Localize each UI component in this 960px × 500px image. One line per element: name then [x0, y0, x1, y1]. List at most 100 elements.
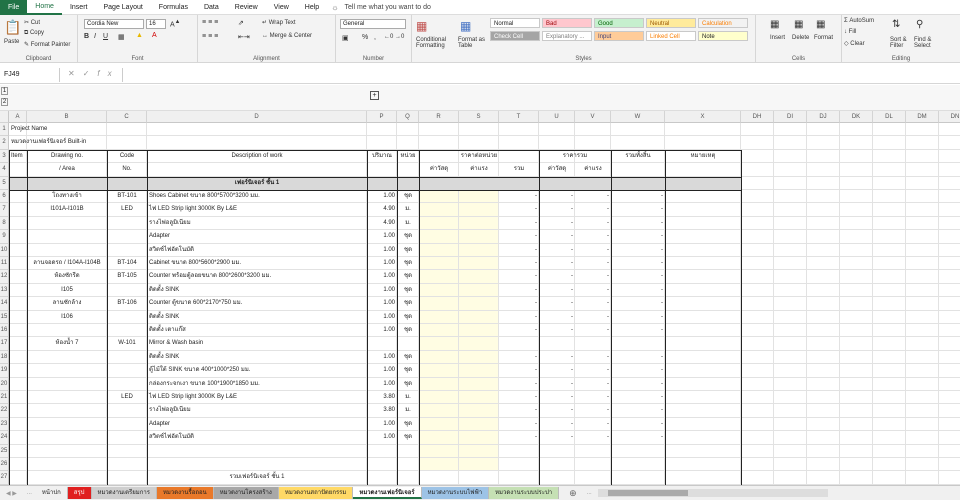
row-header[interactable]: 27: [0, 471, 9, 485]
drawing-cell[interactable]: [27, 431, 107, 444]
description-cell[interactable]: Mirror & Wash basin: [147, 337, 367, 350]
outline-level-1[interactable]: 1: [1, 87, 8, 95]
sort-filter-button[interactable]: Sort & Filter: [890, 37, 912, 49]
scroll-tabs-icons[interactable]: ◀ ▶: [0, 490, 23, 497]
code-cell[interactable]: [107, 351, 147, 364]
font-color-icon[interactable]: A: [152, 32, 157, 39]
input-cell[interactable]: [459, 458, 498, 471]
cell-style-9[interactable]: Note: [698, 31, 748, 41]
header-unit[interactable]: หน่วย: [397, 150, 419, 163]
input-cell[interactable]: [419, 243, 458, 256]
input-cell[interactable]: [459, 377, 498, 390]
material-total-cell[interactable]: -: [539, 230, 575, 243]
borders-icon[interactable]: ▦: [118, 33, 125, 41]
cell-style-6[interactable]: Explanatory ...: [542, 31, 592, 41]
header-no[interactable]: No.: [107, 163, 147, 176]
unit-cell[interactable]: ชุด: [397, 324, 419, 337]
qty-cell[interactable]: [367, 445, 397, 458]
row-header[interactable]: 19: [0, 364, 9, 378]
row-header[interactable]: 20: [0, 377, 9, 391]
number-format-select[interactable]: General: [340, 19, 406, 29]
autosum-button[interactable]: Σ AutoSum: [844, 18, 874, 24]
col-header[interactable]: DK: [840, 111, 873, 123]
cell-style-2[interactable]: Good: [594, 18, 644, 28]
row-header[interactable]: 24: [0, 431, 9, 445]
input-cell[interactable]: [419, 431, 458, 444]
code-cell[interactable]: [107, 324, 147, 337]
input-cell[interactable]: [419, 444, 458, 457]
sum-cell[interactable]: -: [499, 217, 539, 230]
material-total-cell[interactable]: -: [539, 217, 575, 230]
material-total-cell[interactable]: -: [539, 391, 575, 404]
row-header[interactable]: 5: [0, 176, 9, 190]
delete-cells-icon[interactable]: ▦: [794, 19, 803, 30]
row-header[interactable]: 3: [0, 149, 9, 164]
code-cell[interactable]: [107, 311, 147, 324]
cell-style-5[interactable]: Check Cell: [490, 31, 540, 41]
col-header[interactable]: V: [575, 111, 611, 123]
col-header[interactable]: R: [419, 111, 459, 123]
sum-cell[interactable]: -: [499, 418, 539, 431]
qty-cell[interactable]: [367, 458, 397, 471]
decimal-icons[interactable]: ←0 →0: [384, 34, 404, 40]
description-cell[interactable]: ตู้ไม้ใต้ SINK ขนาด 400*1000*250 มม.: [147, 364, 367, 377]
header-material[interactable]: ค่าวัสดุ: [419, 163, 459, 176]
sheet-tab[interactable]: หมวดงานโครงสร้าง: [213, 487, 279, 499]
grand-total-cell[interactable]: -: [611, 418, 665, 431]
format-as-table-button[interactable]: Format as Table: [458, 37, 490, 49]
code-cell[interactable]: [107, 244, 147, 257]
col-header[interactable]: B: [27, 111, 107, 123]
input-cell[interactable]: [419, 458, 458, 471]
header-remark[interactable]: หมายเหตุ: [665, 150, 741, 163]
cut-button[interactable]: ✂ Cut: [24, 19, 40, 26]
material-total-cell[interactable]: -: [539, 284, 575, 297]
material-total-cell[interactable]: [539, 458, 575, 471]
description-cell[interactable]: Adapter: [147, 230, 367, 243]
col-header[interactable]: T: [499, 111, 539, 123]
input-cell[interactable]: [459, 337, 498, 350]
unit-cell[interactable]: ชุด: [397, 190, 419, 203]
grand-total-cell[interactable]: -: [611, 404, 665, 417]
labor-total-cell[interactable]: -: [575, 244, 611, 257]
drawing-cell[interactable]: [27, 351, 107, 364]
qty-cell[interactable]: 1.00: [367, 364, 397, 377]
tell-me-search[interactable]: Tell me what you want to do: [345, 4, 431, 11]
tab-formulas[interactable]: Formulas: [151, 0, 196, 15]
code-cell[interactable]: W-101: [107, 337, 147, 350]
code-cell[interactable]: [107, 284, 147, 297]
qty-cell[interactable]: 1.00: [367, 324, 397, 337]
material-total-cell[interactable]: -: [539, 431, 575, 444]
header-labor[interactable]: ค่าแรง: [459, 163, 499, 176]
currency-icon[interactable]: ▣: [342, 34, 349, 42]
input-cell[interactable]: [459, 257, 498, 270]
labor-total-cell[interactable]: -: [575, 311, 611, 324]
format-cells-icon[interactable]: ▦: [816, 19, 825, 30]
paste-button[interactable]: Paste: [4, 39, 19, 45]
description-cell[interactable]: [147, 445, 367, 458]
sheet-tab[interactable]: หมวดงานรื้อถอน: [156, 487, 214, 499]
unit-cell[interactable]: ชุด: [397, 418, 419, 431]
font-size-select[interactable]: 16: [146, 19, 166, 29]
description-cell[interactable]: ไฟ LED Strip light 3000K By L&E: [147, 391, 367, 404]
align-left-icons[interactable]: ≡≡≡: [202, 33, 220, 40]
more-sheets-icon-right[interactable]: ...: [587, 490, 592, 496]
percent-button[interactable]: %: [362, 34, 368, 41]
labor-total-cell[interactable]: -: [575, 391, 611, 404]
labor-total-cell[interactable]: -: [575, 284, 611, 297]
insert-cells-icon[interactable]: ▦: [770, 19, 779, 30]
labor-total-cell[interactable]: -: [575, 404, 611, 417]
section-title-cell[interactable]: หมวดงานเฟอร์นิเจอร์ Built-in: [9, 136, 147, 149]
header-sum[interactable]: รวม: [499, 163, 539, 176]
col-header[interactable]: U: [539, 111, 575, 123]
description-cell[interactable]: Counter ตู้ขนาด 600*2170*750 มม.: [147, 297, 367, 310]
row-header[interactable]: 22: [0, 404, 9, 418]
unit-cell[interactable]: ชุด: [397, 431, 419, 444]
grand-total-cell[interactable]: -: [611, 217, 665, 230]
project-name-cell[interactable]: Project Name: [9, 123, 147, 136]
input-cell[interactable]: [419, 257, 458, 270]
labor-total-cell[interactable]: -: [575, 324, 611, 337]
description-cell[interactable]: ติดตั้ง SINK: [147, 311, 367, 324]
code-cell[interactable]: BT-104: [107, 257, 147, 270]
find-select-button[interactable]: Find & Select: [914, 37, 938, 49]
description-cell[interactable]: รางไฟอลูมิเนียม: [147, 404, 367, 417]
